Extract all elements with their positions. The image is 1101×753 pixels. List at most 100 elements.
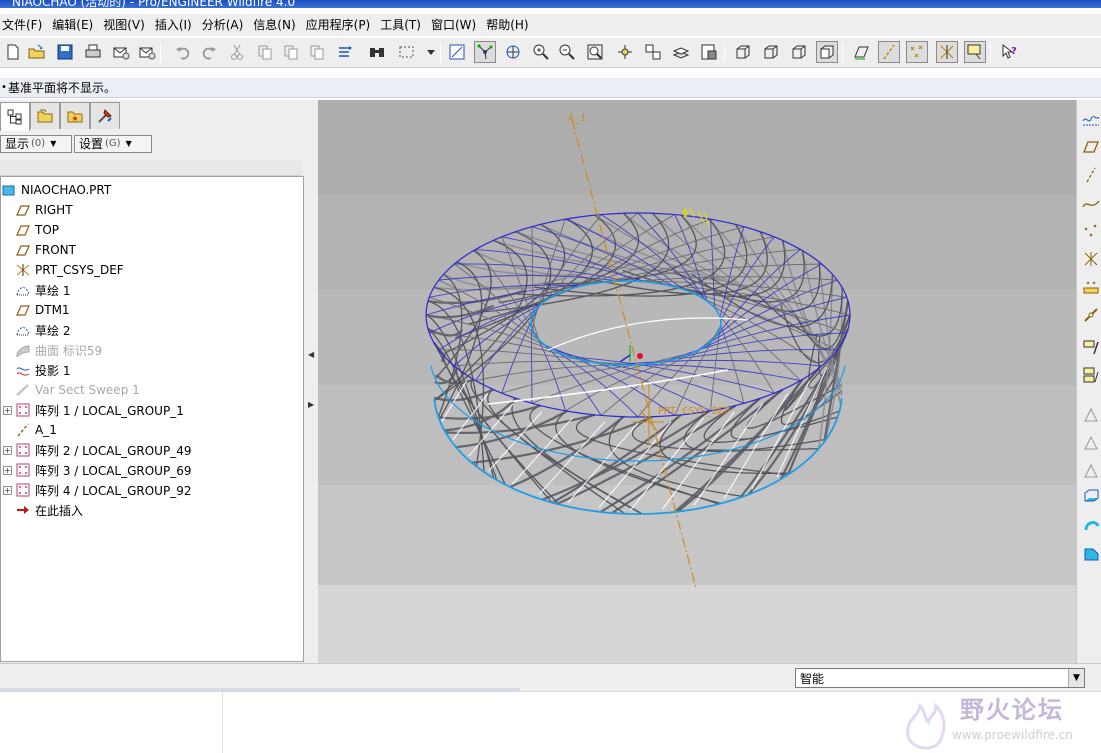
shell-tool-button[interactable] [1080, 432, 1101, 454]
paste-special-button[interactable] [306, 41, 328, 63]
csys-toggle-button[interactable] [936, 41, 958, 63]
tree-node[interactable]: 阵列 1 / LOCAL_GROUP_1 [15, 401, 184, 419]
new-file-button[interactable] [2, 41, 24, 63]
tab-folder-browser[interactable] [30, 102, 60, 129]
menu-item[interactable]: 编辑(E) [50, 14, 101, 36]
tree-node[interactable]: 草绘 1 [15, 281, 70, 299]
context-help-button[interactable]: ? [998, 41, 1020, 63]
tab-model-tree[interactable] [0, 102, 30, 131]
paste-button[interactable] [280, 41, 302, 63]
wireframe-button[interactable] [732, 41, 754, 63]
tree-node[interactable]: RIGHT [15, 201, 73, 219]
menu-item[interactable]: 文件(F) [0, 14, 50, 36]
graphics-window[interactable]: A_1 PRT_CSYS_DEF ϕ\ [318, 100, 1076, 663]
email-button[interactable] [110, 41, 132, 63]
tree-node[interactable]: 阵列 2 / LOCAL_GROUP_49 [15, 441, 191, 459]
print-button[interactable] [82, 41, 104, 63]
tree-node[interactable]: A_1 [15, 421, 57, 439]
tree-node[interactable]: TOP [15, 221, 59, 239]
tree-node[interactable]: NIAOCHAO.PRT [1, 181, 111, 199]
print-icon [85, 44, 101, 58]
sketched-curve-button[interactable] [1080, 108, 1101, 130]
draft-tool-button[interactable] [1080, 404, 1101, 426]
no-hidden-button[interactable] [788, 41, 810, 63]
reorient-button[interactable] [614, 41, 636, 63]
view-manager-button[interactable] [698, 41, 720, 63]
shading-button[interactable] [816, 41, 838, 63]
email-link-button[interactable] [136, 41, 158, 63]
hidden-line-button[interactable] [760, 41, 782, 63]
tab-favorites[interactable] [60, 102, 90, 129]
copy-button[interactable] [254, 41, 276, 63]
repaint-button[interactable] [446, 41, 468, 63]
redo-button[interactable] [198, 41, 220, 63]
tree-expander-icon[interactable]: + [3, 486, 12, 495]
round-tool-button[interactable] [1080, 542, 1101, 564]
zoom-in-button[interactable] [530, 41, 552, 63]
undo-button[interactable] [172, 41, 194, 63]
point-array-button[interactable] [1080, 276, 1101, 298]
find-button[interactable] [366, 41, 388, 63]
cut-button[interactable] [226, 41, 248, 63]
saved-views-button[interactable] [642, 41, 664, 63]
save-button[interactable] [54, 41, 76, 63]
draft-tool-icon [1084, 407, 1098, 422]
copy-icon [258, 45, 272, 60]
zoom-out-button[interactable] [556, 41, 578, 63]
show-dropdown[interactable]: 显示 (0) ▼ [0, 135, 72, 153]
tree-expander-icon[interactable]: + [3, 466, 12, 475]
tree-node[interactable]: 在此插入 [15, 501, 83, 519]
tree-node[interactable]: 投影 1 [15, 361, 70, 379]
layers-button[interactable] [670, 41, 692, 63]
menu-item[interactable]: 工具(T) [378, 14, 429, 36]
tree-node[interactable]: PRT_CSYS_DEF [15, 261, 124, 279]
tree-node[interactable]: Var Sect Sweep 1 [15, 381, 140, 399]
model-viewport[interactable]: A_1 PRT_CSYS_DEF ϕ\ [318, 100, 1076, 663]
tree-node[interactable]: FRONT [15, 241, 76, 259]
revolve-tool-button[interactable] [1080, 514, 1101, 536]
rib-tool-button[interactable] [1080, 460, 1101, 482]
tree-node[interactable]: DTM1 [15, 301, 70, 319]
tree-node[interactable]: 草绘 2 [15, 321, 70, 339]
tab-connections[interactable] [90, 102, 120, 129]
menu-item[interactable]: 帮助(H) [484, 14, 536, 36]
chevron-down-icon[interactable]: ▼ [1068, 669, 1084, 687]
datum-axes-toggle-button[interactable] [878, 41, 900, 63]
datum-planes-toggle-button[interactable] [850, 41, 872, 63]
tree-expander-icon[interactable]: + [3, 446, 12, 455]
proengineer-window: NIAOCHAO (活动的) - Pro/ENGINEER Wildfire 4… [0, 0, 1101, 753]
menu-item[interactable]: 插入(I) [153, 14, 200, 36]
datum-axis-tool-button[interactable] [1080, 164, 1101, 186]
open-file-button[interactable] [26, 41, 48, 63]
chain-link-button[interactable] [1080, 304, 1101, 326]
menu-item[interactable]: 应用程序(P) [304, 14, 379, 36]
expand-right-icon[interactable]: ▶ [308, 400, 314, 409]
menu-item[interactable]: 分析(A) [200, 14, 252, 36]
orient-mode-button[interactable] [502, 41, 524, 63]
datum-csys-tool-button[interactable] [1080, 248, 1101, 270]
regenerate-button[interactable] [334, 41, 356, 63]
tree-node[interactable]: 曲面 标识59 [15, 341, 102, 359]
menu-item[interactable]: 视图(V) [101, 14, 153, 36]
datum-points-toggle-button[interactable] [906, 41, 928, 63]
menu-item[interactable]: 窗口(W) [429, 14, 484, 36]
settings-dropdown[interactable]: 设置 (G) ▼ [74, 135, 152, 153]
analysis-feature-button[interactable] [1080, 364, 1101, 386]
select-box-button[interactable] [396, 41, 418, 63]
tree-node[interactable]: 阵列 3 / LOCAL_GROUP_69 [15, 461, 191, 479]
collapse-left-icon[interactable]: ◀ [308, 350, 314, 359]
menu-item[interactable]: 信息(N) [251, 14, 303, 36]
datum-curve-tool-button[interactable] [1080, 192, 1101, 214]
refit-button[interactable] [584, 41, 606, 63]
tree-node[interactable]: 阵列 4 / LOCAL_GROUP_92 [15, 481, 191, 499]
annotation-toggle-button[interactable] [964, 41, 986, 63]
dropdown-button[interactable] [420, 41, 442, 63]
extrude-tool-button[interactable] [1080, 486, 1101, 508]
datum-point-tool-button[interactable] [1080, 220, 1101, 242]
panel-splitter[interactable]: ◀ ▶ [306, 100, 318, 663]
datum-plane-tool-button[interactable] [1080, 136, 1101, 158]
selection-filter[interactable]: 智能 ▼ [795, 668, 1085, 688]
tree-expander-icon[interactable]: + [3, 406, 12, 415]
spin-center-button[interactable] [474, 41, 496, 63]
sketch-tool-button[interactable] [1080, 336, 1101, 358]
